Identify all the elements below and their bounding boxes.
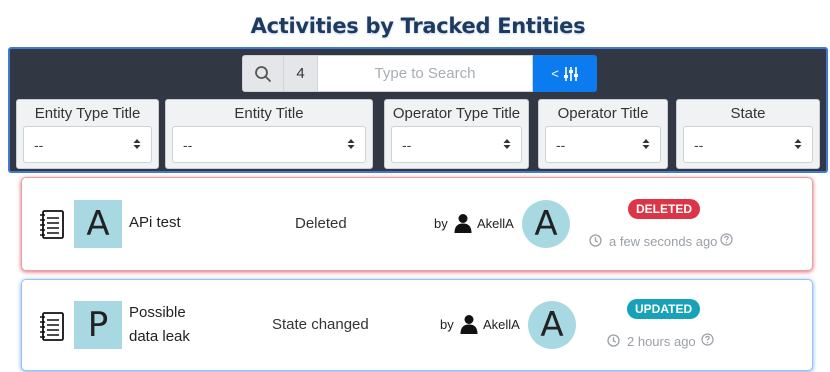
entity-type-select[interactable]: -- <box>23 126 152 163</box>
select-value: -- <box>183 136 193 153</box>
operator-name[interactable]: AkellA <box>483 317 520 332</box>
clock-icon <box>607 334 620 347</box>
search-icon-box[interactable] <box>242 55 284 92</box>
search-group: 4 < <box>242 55 597 92</box>
entity-letter-avatar: P <box>74 301 122 349</box>
action-text: Deleted <box>295 215 347 232</box>
select-value: -- <box>556 136 566 153</box>
entity-title[interactable]: APi test <box>129 211 181 235</box>
by-label: by <box>440 317 454 332</box>
help-icon[interactable] <box>720 233 733 246</box>
caret-updown-icon <box>794 139 802 149</box>
activity-card[interactable]: A APi test Deleted by AkellA A DELETED a… <box>21 177 813 271</box>
toggle-label: < <box>551 66 559 81</box>
timestamp: a few seconds ago <box>609 234 718 249</box>
notebook-icon <box>40 312 64 341</box>
sliders-icon <box>563 66 578 81</box>
timestamp: 2 hours ago <box>627 334 696 349</box>
state-select[interactable]: -- <box>683 126 813 163</box>
filter-label: State <box>730 105 766 122</box>
status-badge: UPDATED <box>627 299 701 319</box>
caret-updown-icon <box>133 139 141 149</box>
by-label: by <box>434 216 448 231</box>
activity-card[interactable]: P Possible data leak State changed by Ak… <box>21 279 813 371</box>
notebook-icon <box>40 210 64 239</box>
filter-entity-type: Entity Type Title -- <box>16 99 159 169</box>
filter-label: Operator Type Title <box>392 105 521 122</box>
caret-updown-icon <box>503 139 511 149</box>
filter-state: State -- <box>676 99 820 169</box>
filter-panel: 4 < Entity Type Title -- Entity Title -- <box>8 47 828 173</box>
help-icon[interactable] <box>701 333 714 346</box>
user-icon <box>454 214 472 233</box>
filter-label: Entity Type Title <box>34 105 141 122</box>
select-value: -- <box>402 136 412 153</box>
entity-title-line: Possible <box>129 304 186 321</box>
entity-title-line: data leak <box>129 328 190 345</box>
operator-avatar: A <box>528 301 576 349</box>
operator-name[interactable]: AkellA <box>477 216 514 231</box>
search-icon <box>255 65 271 82</box>
filter-operator-type: Operator Type Title -- <box>384 99 529 169</box>
filter-label: Operator Title <box>557 105 649 122</box>
caret-updown-icon <box>347 139 355 149</box>
entity-title-line: APi test <box>129 214 181 231</box>
result-count: 4 <box>284 55 318 92</box>
operator-avatar: A <box>522 200 570 248</box>
search-input[interactable] <box>318 55 533 92</box>
entity-title-select[interactable]: -- <box>172 126 366 163</box>
select-value: -- <box>694 136 704 153</box>
status-badge: DELETED <box>628 199 701 219</box>
filter-operator-title: Operator Title -- <box>538 99 668 169</box>
user-icon <box>460 315 478 334</box>
action-text: State changed <box>272 316 369 333</box>
select-value: -- <box>34 136 44 153</box>
page-title: Activities by Tracked Entities <box>250 14 586 38</box>
clock-icon <box>589 234 602 247</box>
entity-title[interactable]: Possible data leak <box>129 301 190 349</box>
operator-title-select[interactable]: -- <box>545 126 661 163</box>
filter-toggle-button[interactable]: < <box>533 55 597 92</box>
filter-entity-title: Entity Title -- <box>165 99 373 169</box>
caret-updown-icon <box>642 139 650 149</box>
operator-type-select[interactable]: -- <box>391 126 522 163</box>
filter-label: Entity Title <box>234 105 304 122</box>
entity-letter-avatar: A <box>74 200 122 248</box>
